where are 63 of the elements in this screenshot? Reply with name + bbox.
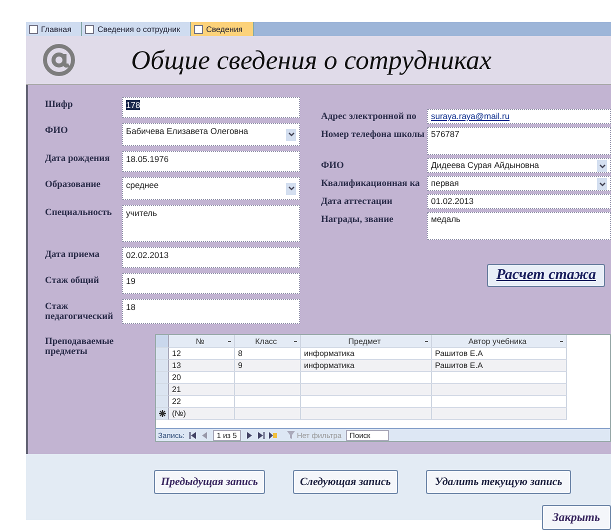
field-label: Дата приема: [45, 249, 101, 260]
form-icon: [29, 24, 38, 34]
combo-box[interactable]: среднее: [122, 177, 300, 200]
record-button[interactable]: Следующая запись: [292, 470, 398, 494]
field-label: Стаж педагогический: [45, 301, 114, 322]
first-record-icon[interactable]: [188, 432, 197, 438]
combo-box[interactable]: Бабичева Елизавета Олеговна: [122, 123, 300, 146]
field-label: Квалификационная ка: [321, 178, 421, 189]
column-header[interactable]: Класс: [235, 335, 301, 348]
field-label: Специальность: [45, 207, 113, 218]
form-icon: [85, 24, 94, 34]
table-cell: 9: [235, 360, 301, 372]
new-record-icon[interactable]: [268, 432, 277, 438]
field-label: ФИО: [321, 160, 345, 171]
field-label: Стаж общий: [45, 275, 100, 286]
text-area[interactable]: 576787: [427, 127, 611, 155]
tab[interactable]: Сведения: [191, 22, 254, 36]
funnel-icon: [286, 431, 295, 439]
text-field[interactable]: 178: [122, 97, 300, 118]
text-area[interactable]: медаль: [427, 212, 611, 240]
column-header[interactable]: Автор учебника: [432, 335, 567, 348]
email-link[interactable]: suraya.raya@mail.ru: [431, 111, 510, 121]
field-label: Награды, звание: [321, 214, 394, 225]
table-cell: 21: [169, 384, 235, 396]
row-selector[interactable]: [156, 408, 169, 420]
field-label: Адрес электронной по: [321, 111, 418, 122]
text-area[interactable]: учитель: [122, 205, 300, 242]
form-title: Общие сведения о сотрудниках: [131, 44, 492, 76]
text-field[interactable]: 18.05.1976: [122, 151, 300, 172]
record-button[interactable]: Удалить текущую запись: [426, 470, 572, 494]
table-cell: информатика: [301, 360, 432, 372]
table-cell: (№): [169, 408, 235, 420]
new-record-icon: [158, 410, 166, 417]
field-label: Номер телефона школы: [321, 129, 426, 140]
calculate-button[interactable]: Расчет стажа: [487, 264, 605, 287]
close-button[interactable]: Закрыть: [542, 505, 611, 530]
tab[interactable]: Сведения о сотрудник: [82, 22, 192, 36]
last-record-icon[interactable]: [256, 432, 265, 438]
field-label: Шифр: [45, 99, 74, 110]
combo-box[interactable]: первая: [427, 176, 611, 191]
tab[interactable]: Главная: [26, 22, 82, 36]
table-cell: [235, 384, 301, 396]
table-cell: 13: [169, 360, 235, 372]
field-label: Образование: [45, 179, 102, 190]
field-label: Дата рождения: [45, 153, 111, 164]
record-button[interactable]: Предыдущая запись: [154, 470, 265, 494]
form-icon: [194, 24, 204, 34]
table-cell: [235, 408, 301, 420]
text-field[interactable]: 19: [122, 273, 300, 294]
text-field[interactable]: suraya.raya@mail.ru: [427, 109, 611, 124]
column-header[interactable]: №: [169, 335, 235, 348]
field-label: ФИО: [45, 125, 69, 136]
combo-box[interactable]: Дидеева Сурая Айдыновна: [427, 158, 611, 173]
text-field[interactable]: 01.02.2013: [427, 194, 611, 209]
at-sign-icon: [43, 44, 75, 76]
text-field[interactable]: 02.02.2013: [122, 247, 300, 268]
selected-text: 178: [126, 100, 140, 110]
field-label: Дата аттестации: [321, 196, 394, 207]
column-header[interactable]: Предмет: [301, 335, 432, 348]
next-record-icon[interactable]: [244, 432, 253, 438]
text-field[interactable]: 18: [122, 299, 300, 324]
subform-label: Преподаваемые предметы: [44, 336, 115, 359]
table-cell: Рашитов Е.А: [432, 360, 567, 372]
